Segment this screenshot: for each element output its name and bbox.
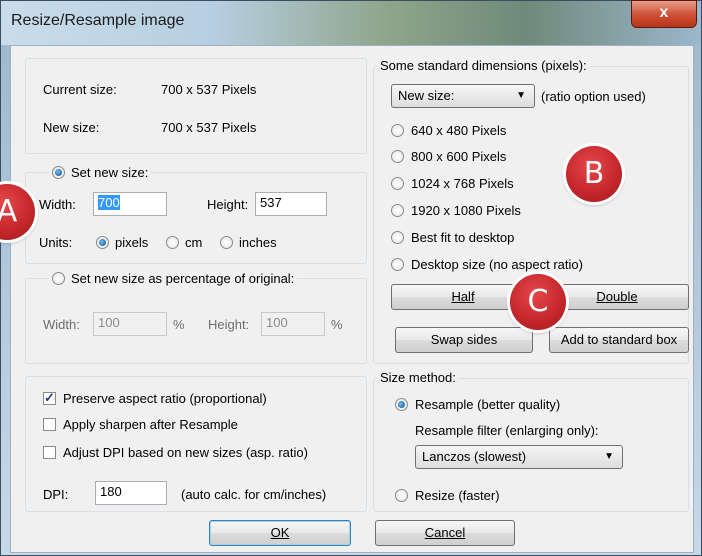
width-value: 700	[98, 195, 120, 210]
annotation-b-badge: B	[566, 146, 622, 202]
preset-best-fit-radio[interactable]	[391, 231, 404, 244]
dpi-note: (auto calc. for cm/inches)	[181, 487, 327, 502]
preserve-aspect-label[interactable]: Preserve aspect ratio (proportional)	[63, 391, 267, 406]
dpi-label: DPI:	[43, 487, 69, 502]
set-new-size-radio[interactable]	[52, 166, 65, 179]
standard-size-select[interactable]: New size: ▼	[391, 84, 535, 108]
preset-1920-label[interactable]: 1920 x 1080 Pixels	[411, 203, 521, 218]
ratio-note: (ratio option used)	[541, 89, 646, 104]
preset-1920-radio[interactable]	[391, 204, 404, 217]
preset-best-fit-label[interactable]: Best fit to desktop	[411, 230, 514, 245]
units-cm-radio[interactable]	[166, 236, 179, 249]
units-inches-label[interactable]: inches	[239, 235, 277, 250]
dropdown-arrow-icon: ▼	[516, 90, 526, 101]
height-input[interactable]: 537	[255, 192, 327, 216]
preset-1024-label[interactable]: 1024 x 768 Pixels	[411, 176, 514, 191]
set-new-size-group	[25, 172, 367, 264]
cancel-label: Cancel	[424, 525, 466, 540]
preset-desktop-radio[interactable]	[391, 258, 404, 271]
dropdown-arrow-icon: ▼	[604, 451, 614, 462]
units-pixels-label[interactable]: pixels	[115, 235, 148, 250]
units-label: Units:	[39, 235, 73, 250]
width-input[interactable]: 700	[93, 192, 167, 216]
adjust-dpi-checkbox[interactable]	[43, 446, 56, 459]
preset-800-label[interactable]: 800 x 600 Pixels	[411, 149, 506, 164]
sharpen-checkbox[interactable]	[43, 418, 56, 431]
half-label: Half	[451, 289, 475, 304]
standard-size-value: New size:	[398, 88, 455, 103]
percent-height-unit: %	[331, 317, 343, 332]
resample-label[interactable]: Resample (better quality)	[415, 397, 560, 412]
units-pixels-radio[interactable]	[96, 236, 109, 249]
set-new-size-option[interactable]: Set new size:	[49, 165, 152, 180]
percent-width-input[interactable]: 100	[93, 312, 167, 336]
new-size-label: New size:	[43, 120, 100, 135]
cancel-button[interactable]: Cancel	[375, 520, 515, 546]
units-cm-label[interactable]: cm	[185, 235, 202, 250]
percent-width-unit: %	[173, 317, 185, 332]
resample-filter-label: Resample filter (enlarging only):	[415, 423, 599, 438]
current-size-label: Current size:	[43, 82, 117, 97]
percent-height-input[interactable]: 100	[261, 312, 325, 336]
ok-button[interactable]: OK	[209, 520, 351, 546]
resample-filter-select[interactable]: Lanczos (slowest) ▼	[415, 445, 623, 469]
preset-800-radio[interactable]	[391, 150, 404, 163]
sharpen-label[interactable]: Apply sharpen after Resample	[63, 417, 238, 432]
resample-filter-value: Lanczos (slowest)	[422, 449, 527, 464]
preset-desktop-label[interactable]: Desktop size (no aspect ratio)	[411, 257, 583, 272]
title-bar[interactable]: Resize/Resample image x	[1, 0, 701, 45]
annotation-c-badge: C	[510, 274, 566, 330]
ok-label: OK	[270, 525, 290, 540]
add-to-standard-box-button[interactable]: Add to standard box	[549, 327, 689, 353]
percent-height-label: Height:	[208, 317, 250, 332]
width-label: Width:	[39, 197, 76, 212]
double-button[interactable]: Double	[545, 284, 689, 310]
resize-radio[interactable]	[395, 489, 408, 502]
preset-640-radio[interactable]	[391, 124, 404, 137]
resample-radio[interactable]	[395, 398, 408, 411]
dialog-window: Resize/Resample image x Current size: 70…	[0, 0, 702, 556]
dialog-body: Current size: 700 x 537 Pixels New size:…	[10, 45, 694, 553]
double-label: Double	[596, 289, 638, 304]
preserve-aspect-checkbox[interactable]	[43, 390, 56, 406]
dpi-input[interactable]: 180	[95, 481, 167, 505]
set-new-size-label: Set new size:	[71, 165, 149, 180]
standard-dimensions-legend: Some standard dimensions (pixels):	[377, 58, 590, 73]
new-size-value: 700 x 537 Pixels	[161, 120, 257, 135]
close-button[interactable]: x	[631, 0, 697, 28]
percentage-label: Set new size as percentage of original:	[71, 271, 295, 286]
adjust-dpi-label[interactable]: Adjust DPI based on new sizes (asp. rati…	[63, 445, 308, 460]
size-info-group	[25, 58, 367, 154]
units-inches-radio[interactable]	[220, 236, 233, 249]
height-label: Height:	[207, 197, 249, 212]
window-title: Resize/Resample image	[11, 12, 185, 29]
swap-sides-button[interactable]: Swap sides	[395, 327, 533, 353]
percent-width-label: Width:	[43, 317, 80, 332]
percentage-option[interactable]: Set new size as percentage of original:	[49, 271, 298, 286]
current-size-value: 700 x 537 Pixels	[161, 82, 257, 97]
resize-label[interactable]: Resize (faster)	[415, 488, 500, 503]
preset-1024-radio[interactable]	[391, 177, 404, 190]
preset-640-label[interactable]: 640 x 480 Pixels	[411, 123, 506, 138]
percentage-radio[interactable]	[52, 272, 65, 285]
size-method-legend: Size method:	[377, 370, 459, 385]
